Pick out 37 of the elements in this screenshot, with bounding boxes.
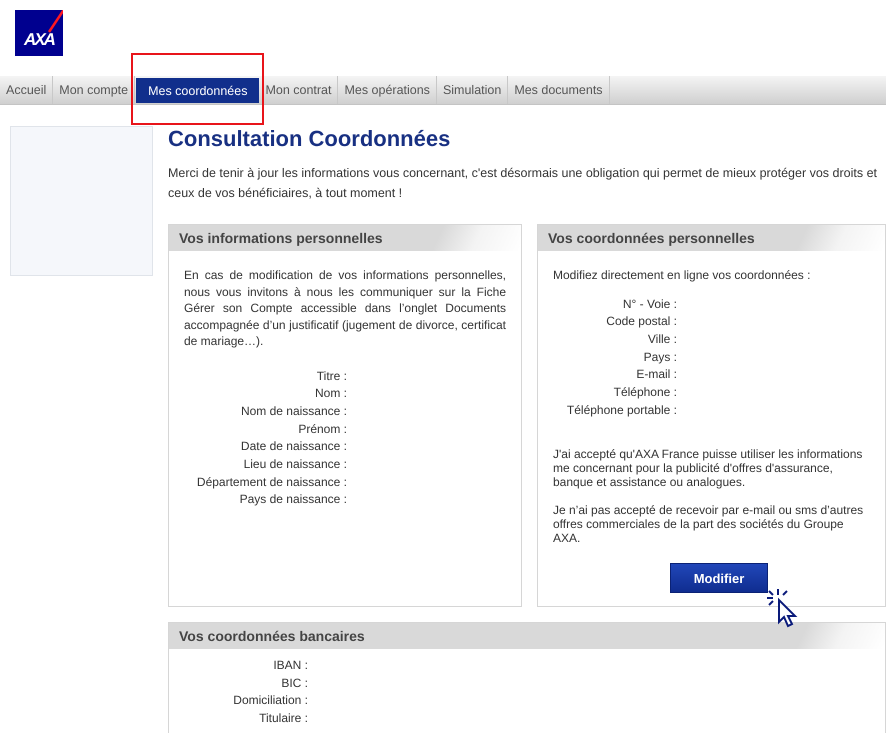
field-label: Téléphone portable : — [566, 402, 677, 419]
modify-button[interactable]: Modifier — [670, 563, 768, 594]
field-label: IBAN : — [272, 657, 308, 674]
field-label: Ville : — [646, 330, 677, 348]
panel-header: Vos coordonnées bancaires — [169, 623, 885, 649]
nav-tab[interactable]: Mon contrat — [259, 76, 338, 104]
field-label: Département de naissance : — [196, 474, 347, 491]
field-label: Prénom : — [297, 420, 347, 438]
field-label: BIC : — [280, 674, 308, 692]
axa-logo: AXA — [15, 10, 63, 56]
page-title: Consultation Coordonnées — [168, 126, 452, 151]
field-label: Nom : — [314, 385, 347, 402]
panel-text: En cas de modification de vos informations personnelles, nous vous invitons à nous les communiquer sur la Fiche Gérer son Compte accessible dans l’onglet Documents accompagnée d’un justificatif (jugement de divorce, certificat de mariage…). — [184, 267, 506, 350]
nav-tab[interactable]: Accueil — [0, 76, 54, 104]
field-label: Titulaire : — [258, 710, 308, 728]
nav-tab[interactable]: Mes coordonnées — [136, 78, 260, 103]
field-label: N° - Voie : — [622, 296, 677, 312]
field-label: Pays de naissance : — [238, 491, 347, 508]
field-label: Nom de naissance : — [240, 402, 347, 420]
field-label: Titre : — [316, 368, 347, 384]
consent-text: Je n’ai pas accepté de recevoir par e-mail ou sms d’autres offres commerciales de la part des sociétés du Groupe AXA. — [553, 503, 864, 546]
panel-header: Vos informations personnelles — [169, 225, 521, 251]
nav-tab[interactable]: Mes documents — [508, 76, 610, 104]
panel-header: Vos coordonnées personnelles — [538, 225, 885, 251]
field-label: Domiciliation : — [232, 692, 308, 710]
field-label: Code postal : — [605, 313, 677, 330]
field-label: Téléphone : — [612, 384, 677, 402]
panel-text: Modifiez directement en ligne vos coordonnées : — [553, 267, 812, 284]
field-label: Lieu de naissance : — [242, 456, 347, 474]
nav-tab[interactable]: Mon compte — [53, 76, 136, 104]
intro-text: Merci de tenir à jour les informations vous concernant, c'est désormais une obligation qui permet de mieux protéger vos droits et ceux de vos bénéficiaires, à tout moment ! — [168, 165, 878, 202]
nav-tab[interactable]: Mes opérations — [338, 76, 437, 104]
field-label: E-mail : — [635, 366, 677, 384]
field-label: Date de naissance : — [240, 438, 347, 456]
field-label: Pays : — [642, 348, 677, 366]
consent-text: J'ai accepté qu'AXA France puisse utiliser les informations me concernant pour la publicité d'offres d'assurance, banque et assistance ou analogues. — [553, 447, 864, 490]
nav-tab[interactable]: Simulation — [436, 76, 508, 104]
